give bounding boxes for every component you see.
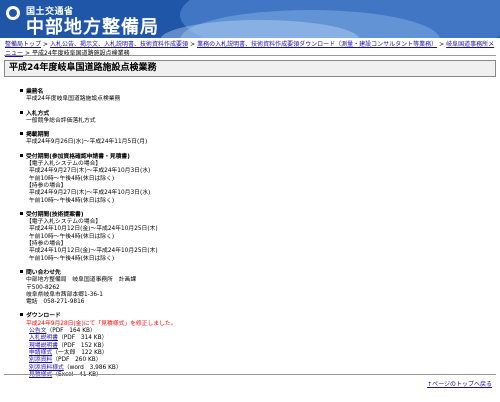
section-text: 平成24年9月27日(木)〜平成24年10月3日(水): [29, 190, 151, 197]
section-contact: 問い合わせ先 中部地方整備局 岐阜国道事務所 計画課 〒500-8262 岐阜県…: [20, 269, 500, 306]
section-text: 午前10時〜午後4時(休日は除く): [29, 175, 115, 182]
section-text: 午前10時〜午後4時(休日は除く): [29, 255, 115, 262]
section-download: ダウンロード 平成24年9月28日(金)にて「見積様式」を修正しました。 公告文…: [20, 313, 500, 379]
download-link-bid-manual[interactable]: 入札説明書: [29, 335, 58, 341]
section-period: 掲載期間 平成24年9月26日(水)〜平成24年11月5日(月): [20, 132, 500, 147]
section-text: 岐阜県岐阜市茜部本郷1-36-1: [26, 291, 103, 298]
bullet-icon: [20, 89, 23, 92]
bullet-icon: [20, 269, 23, 273]
section-name: 業務名 平成24年度岐阜国道路施設点検業務: [20, 89, 500, 104]
update-notice: 平成24年9月28日(金)にて「見積様式」を修正しました。: [26, 320, 177, 327]
breadcrumb: 整備局トップ > 入札公告、掲示文、入札説明書、技術資料作成要領 > 業務の入札説明書、…: [0, 38, 500, 57]
section-text: 〒500-8262: [26, 284, 60, 291]
bullet-icon: [20, 211, 23, 215]
download-item: 別添資料様式（word 3,986 KB）: [29, 365, 500, 372]
page-title: 平成24年度岐阜国道路施設点検業務: [9, 63, 157, 73]
bureau-name[interactable]: 中部地方整備局: [26, 13, 159, 38]
breadcrumb-current: 平成24年度岐阜国道路施設点検業務: [32, 50, 130, 57]
section-heading: 掲載期間: [26, 132, 50, 139]
download-link-attachment-form[interactable]: 別添資料様式: [29, 365, 64, 371]
breadcrumb-separator: >: [25, 50, 31, 57]
section-heading: 業務名: [26, 89, 44, 95]
section-text: 平成24年度岐阜国道路施設点検業務: [26, 96, 121, 103]
bullet-icon: [20, 132, 23, 136]
section-apply: 受付期間(参加資格確認申請書・見積書) 【電子入札システムの場合】 平成24年9…: [20, 153, 500, 205]
page-title-box: 平成24年度岐阜国道路施設点検業務: [4, 60, 496, 77]
section-heading: 入札方式: [26, 110, 50, 117]
download-link-site-manual[interactable]: 現場説明書: [29, 343, 58, 349]
download-link-application-form[interactable]: 申請様式: [29, 350, 52, 356]
back-to-top: ↑ページのトップへ戻る: [427, 379, 492, 388]
section-text: 中部地方整備局 岐阜国道事務所 計画課: [26, 277, 137, 284]
breadcrumb-link-top[interactable]: 整備局トップ: [5, 41, 41, 48]
file-info: （PDF 260 KB）: [52, 357, 102, 364]
section-heading: ダウンロード: [26, 313, 61, 320]
section-proposal: 受付期間(技術提案書) 【電子入札システムの場合】 平成24年10月12日(金)…: [20, 211, 500, 263]
breadcrumb-separator: >: [190, 41, 196, 48]
section-heading: 問い合わせ先: [26, 269, 61, 276]
download-link-attachment[interactable]: 別添資料: [29, 357, 52, 363]
file-info: （PDF 152 KB）: [58, 342, 108, 349]
download-item: 見積様式（Excel 41 KB）: [29, 372, 500, 379]
file-info: （PDF 314 KB）: [58, 335, 108, 342]
breadcrumb-link-notices[interactable]: 入札公告、掲示文、入札説明書、技術資料作成要領: [50, 41, 188, 48]
footer-divider: [4, 374, 496, 375]
section-text: 一般競争総合評価落札方式: [26, 117, 96, 124]
site-header: 国土交通省 中部地方整備局: [0, 0, 500, 38]
section-text: 午前10時〜午後4時(休日は除く): [29, 197, 115, 204]
file-info: （word 3,986 KB）: [63, 364, 122, 371]
file-info: （一太郎 122 KB）: [52, 349, 108, 356]
section-method: 入札方式 一般競争総合評価落札方式: [20, 110, 500, 126]
file-info: （PDF 164 KB）: [46, 328, 96, 335]
bullet-icon: [20, 153, 23, 157]
breadcrumb-link-downloads[interactable]: 業務の入札説明書、技術資料作成要領ダウンロード（測量・建設コンサルタント等業務）: [197, 41, 437, 48]
back-to-top-link[interactable]: ↑ページのトップへ戻る: [427, 381, 492, 388]
download-item: 現場説明書（PDF 152 KB）: [29, 343, 500, 350]
download-link-notice[interactable]: 公告文: [29, 328, 46, 334]
section-text: 平成24年10月12日(金)〜平成24年10月25日(木): [29, 248, 158, 255]
section-text: 平成24年9月27日(木)〜平成24年10月3日(水): [29, 168, 151, 175]
main-content: 業務名 平成24年度岐阜国道路施設点検業務 入札方式 一般競争総合評価落札方式 …: [0, 77, 500, 379]
bullet-icon: [20, 313, 23, 317]
download-item: 入札説明書（PDF 314 KB）: [29, 335, 500, 342]
section-heading: 受付期間(技術提案書): [26, 211, 84, 218]
section-text: 午前10時〜午後4時(休日は除く): [29, 233, 115, 240]
section-text: 平成24年10月12日(金)〜平成24年10月25日(木): [29, 226, 158, 233]
download-item: 別添資料（PDF 260 KB）: [29, 357, 500, 364]
breadcrumb-separator: >: [43, 41, 49, 48]
section-heading: 受付期間(参加資格確認申請書・見積書): [26, 153, 130, 160]
breadcrumb-separator: >: [439, 41, 445, 48]
bullet-icon: [20, 110, 23, 114]
mlit-logo-icon[interactable]: [6, 6, 20, 20]
section-text: 平成24年9月26日(水)〜平成24年11月5日(月): [26, 139, 148, 146]
section-text: 電話 058-271-9816: [26, 299, 85, 306]
